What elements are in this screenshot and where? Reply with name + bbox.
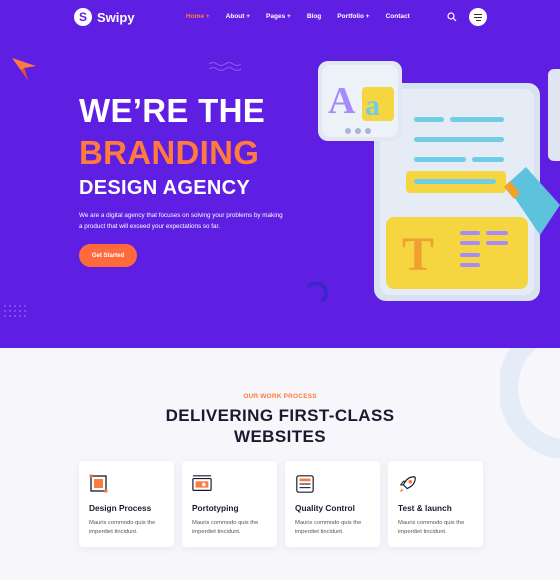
hamburger-icon[interactable] [469,8,487,26]
card-title: Design Process [89,503,152,513]
nav-item-blog[interactable]: Blog [307,13,321,20]
prototype-icon [192,475,212,491]
get-started-button[interactable]: Get Started [79,244,137,267]
brand-name: Swipy [97,9,135,25]
brand-logo[interactable]: S Swipy [74,8,135,26]
logo-mark-icon: S [74,8,92,26]
hero-title-line1: WE’RE THE [79,92,266,129]
card-title: Portotyping [192,503,239,513]
card-text: Mauris commodo quis the imperdiet tincid… [295,520,362,535]
nav-item-pages[interactable]: Pages + [266,13,291,20]
process-card-prototyping[interactable]: Portotyping Mauris commodo quis the impe… [182,461,277,547]
card-text: Mauris commodo quis the imperdiet tincid… [89,520,156,535]
rocket-icon [399,476,416,493]
wave-decoration [209,62,242,71]
design-icon [89,474,108,493]
card-title: Test & launch [398,503,452,513]
process-card-quality[interactable]: Quality Control Mauris commodo quis the … [285,461,380,547]
hero-title-line2: BRANDING [79,134,260,171]
card-text: Mauris commodo quis the imperdiet tincid… [192,520,259,535]
card-text: Mauris commodo quis the imperdiet tincid… [398,520,465,535]
paper-plane-decoration [12,58,36,80]
card-title: Quality Control [295,503,355,513]
nav-item-about[interactable]: About + [226,13,250,20]
main-menu: Home + About + Pages + Blog Portfolio + … [186,13,410,20]
checklist-icon [296,475,314,493]
process-card-design[interactable]: Design Process Mauris commodo quis the i… [79,461,174,547]
hero-section: S Swipy Home + About + Pages + Blog Port… [0,0,560,348]
nav-item-home[interactable]: Home + [186,13,210,20]
hero-title-line3: DESIGN AGENCY [79,177,250,199]
svg-text:a: a [365,89,380,122]
nav-item-contact[interactable]: Contact [386,13,410,20]
nav-item-portfolio[interactable]: Portfolio + [337,13,369,20]
branding-illustration: T A a [318,61,560,301]
svg-text:A: A [328,80,356,122]
svg-text:T: T [402,228,434,281]
hero-description: We are a digital agency that focuses on … [79,212,283,230]
top-nav: S Swipy Home + About + Pages + Blog Port… [0,0,560,34]
search-icon[interactable] [447,12,457,22]
section-title: DELIVERING FIRST-CLASS WEBSITES [165,406,395,446]
dots-decoration [4,305,26,317]
section-label: OUR WORK PROCESS [243,393,317,400]
process-card-launch[interactable]: Test & launch Mauris commodo quis the im… [388,461,483,547]
bg-circle-decoration [500,348,560,458]
